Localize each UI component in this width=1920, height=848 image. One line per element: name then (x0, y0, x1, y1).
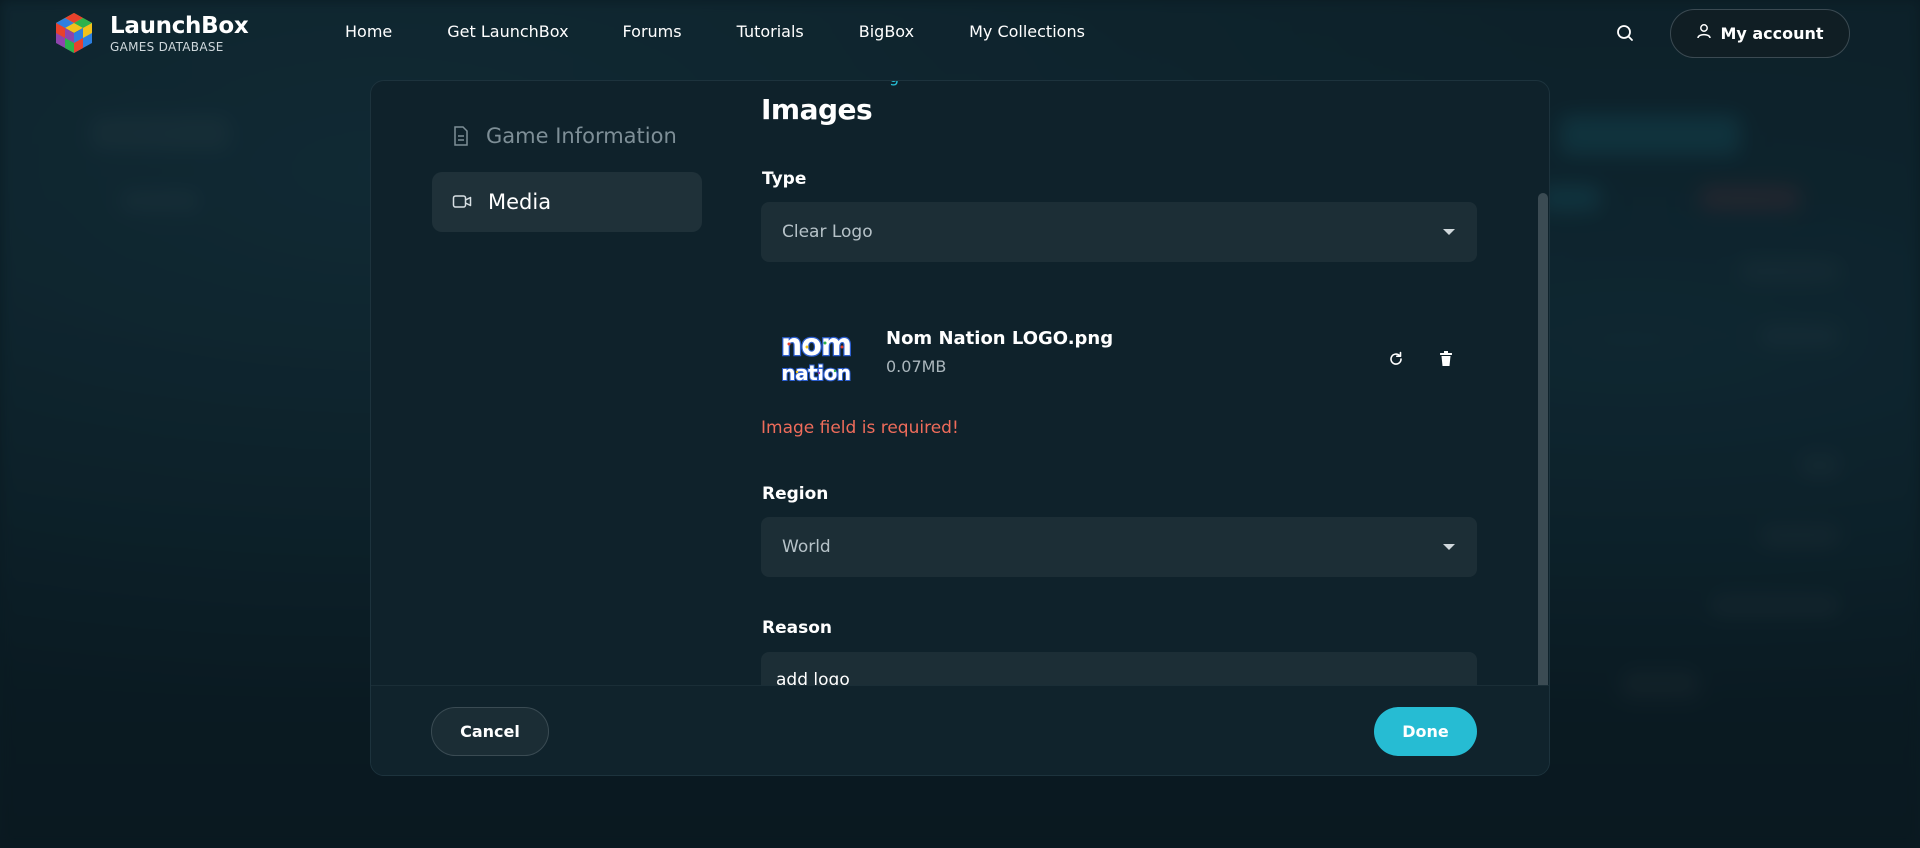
type-select[interactable]: Clear Logo (761, 202, 1477, 262)
nav-forums[interactable]: Forums (623, 22, 682, 41)
done-button[interactable]: Done (1374, 707, 1477, 756)
section-title: Images (761, 93, 873, 126)
delete-image-icon[interactable] (1432, 345, 1460, 373)
brand-logo[interactable]: LaunchBox GAMES DATABASE (54, 11, 249, 55)
nav-my-collections[interactable]: My Collections (969, 22, 1085, 41)
nav-bigbox[interactable]: BigBox (859, 22, 914, 41)
caret-down-icon (1443, 229, 1455, 235)
region-select[interactable]: World (761, 517, 1477, 577)
caret-down-icon (1443, 544, 1455, 550)
video-camera-icon (452, 195, 472, 208)
type-label: Type (762, 169, 807, 189)
region-label: Region (762, 484, 829, 504)
modal-body[interactable]: Game Information Media g Images Type Cle… (371, 81, 1549, 685)
launchbox-cube-icon (56, 13, 92, 53)
document-icon (454, 126, 468, 146)
scrollbar-thumb[interactable] (1538, 193, 1548, 707)
reason-input-value: add logo (776, 670, 850, 685)
sidebar-item-label: Game Information (486, 124, 677, 148)
uploaded-file: nom nation Nom Nation LOGO.png 0.07MB (761, 319, 1477, 419)
user-icon (1697, 23, 1712, 38)
sidebar-item-game-information[interactable]: Game Information (432, 106, 702, 166)
cancel-button[interactable]: Cancel (431, 707, 549, 756)
image-error-message: Image field is required! (761, 418, 959, 438)
modal-footer: Cancel Done (371, 685, 1549, 775)
my-account-label: My account (1720, 24, 1824, 43)
main-nav: Home Get LaunchBox Forums Tutorials BigB… (345, 22, 1140, 41)
file-size: 0.07MB (886, 357, 947, 376)
sidebar-item-label: Media (488, 190, 552, 214)
top-navbar: LaunchBox GAMES DATABASE Home Get Launch… (0, 0, 1920, 66)
replace-image-icon[interactable] (1382, 345, 1410, 373)
brand-title: LaunchBox (110, 12, 249, 39)
partial-link[interactable]: g (889, 81, 899, 86)
region-select-value: World (782, 537, 831, 557)
nav-tutorials[interactable]: Tutorials (737, 22, 804, 41)
nav-get-launchbox[interactable]: Get LaunchBox (447, 22, 568, 41)
nav-home[interactable]: Home (345, 22, 392, 41)
image-thumbnail: nom nation (767, 327, 865, 387)
edit-media-modal: Game Information Media g Images Type Cle… (370, 80, 1550, 776)
svg-text:nom: nom (781, 328, 851, 363)
type-select-value: Clear Logo (782, 222, 873, 242)
svg-text:nation: nation (781, 361, 850, 385)
reason-input[interactable]: add logo (761, 652, 1477, 685)
file-name: Nom Nation LOGO.png (886, 328, 1114, 349)
sidebar-item-media[interactable]: Media (432, 172, 702, 232)
brand-subtitle: GAMES DATABASE (110, 39, 224, 54)
reason-label: Reason (762, 618, 832, 638)
search-icon[interactable] (1614, 22, 1636, 44)
my-account-button[interactable]: My account (1670, 9, 1850, 58)
